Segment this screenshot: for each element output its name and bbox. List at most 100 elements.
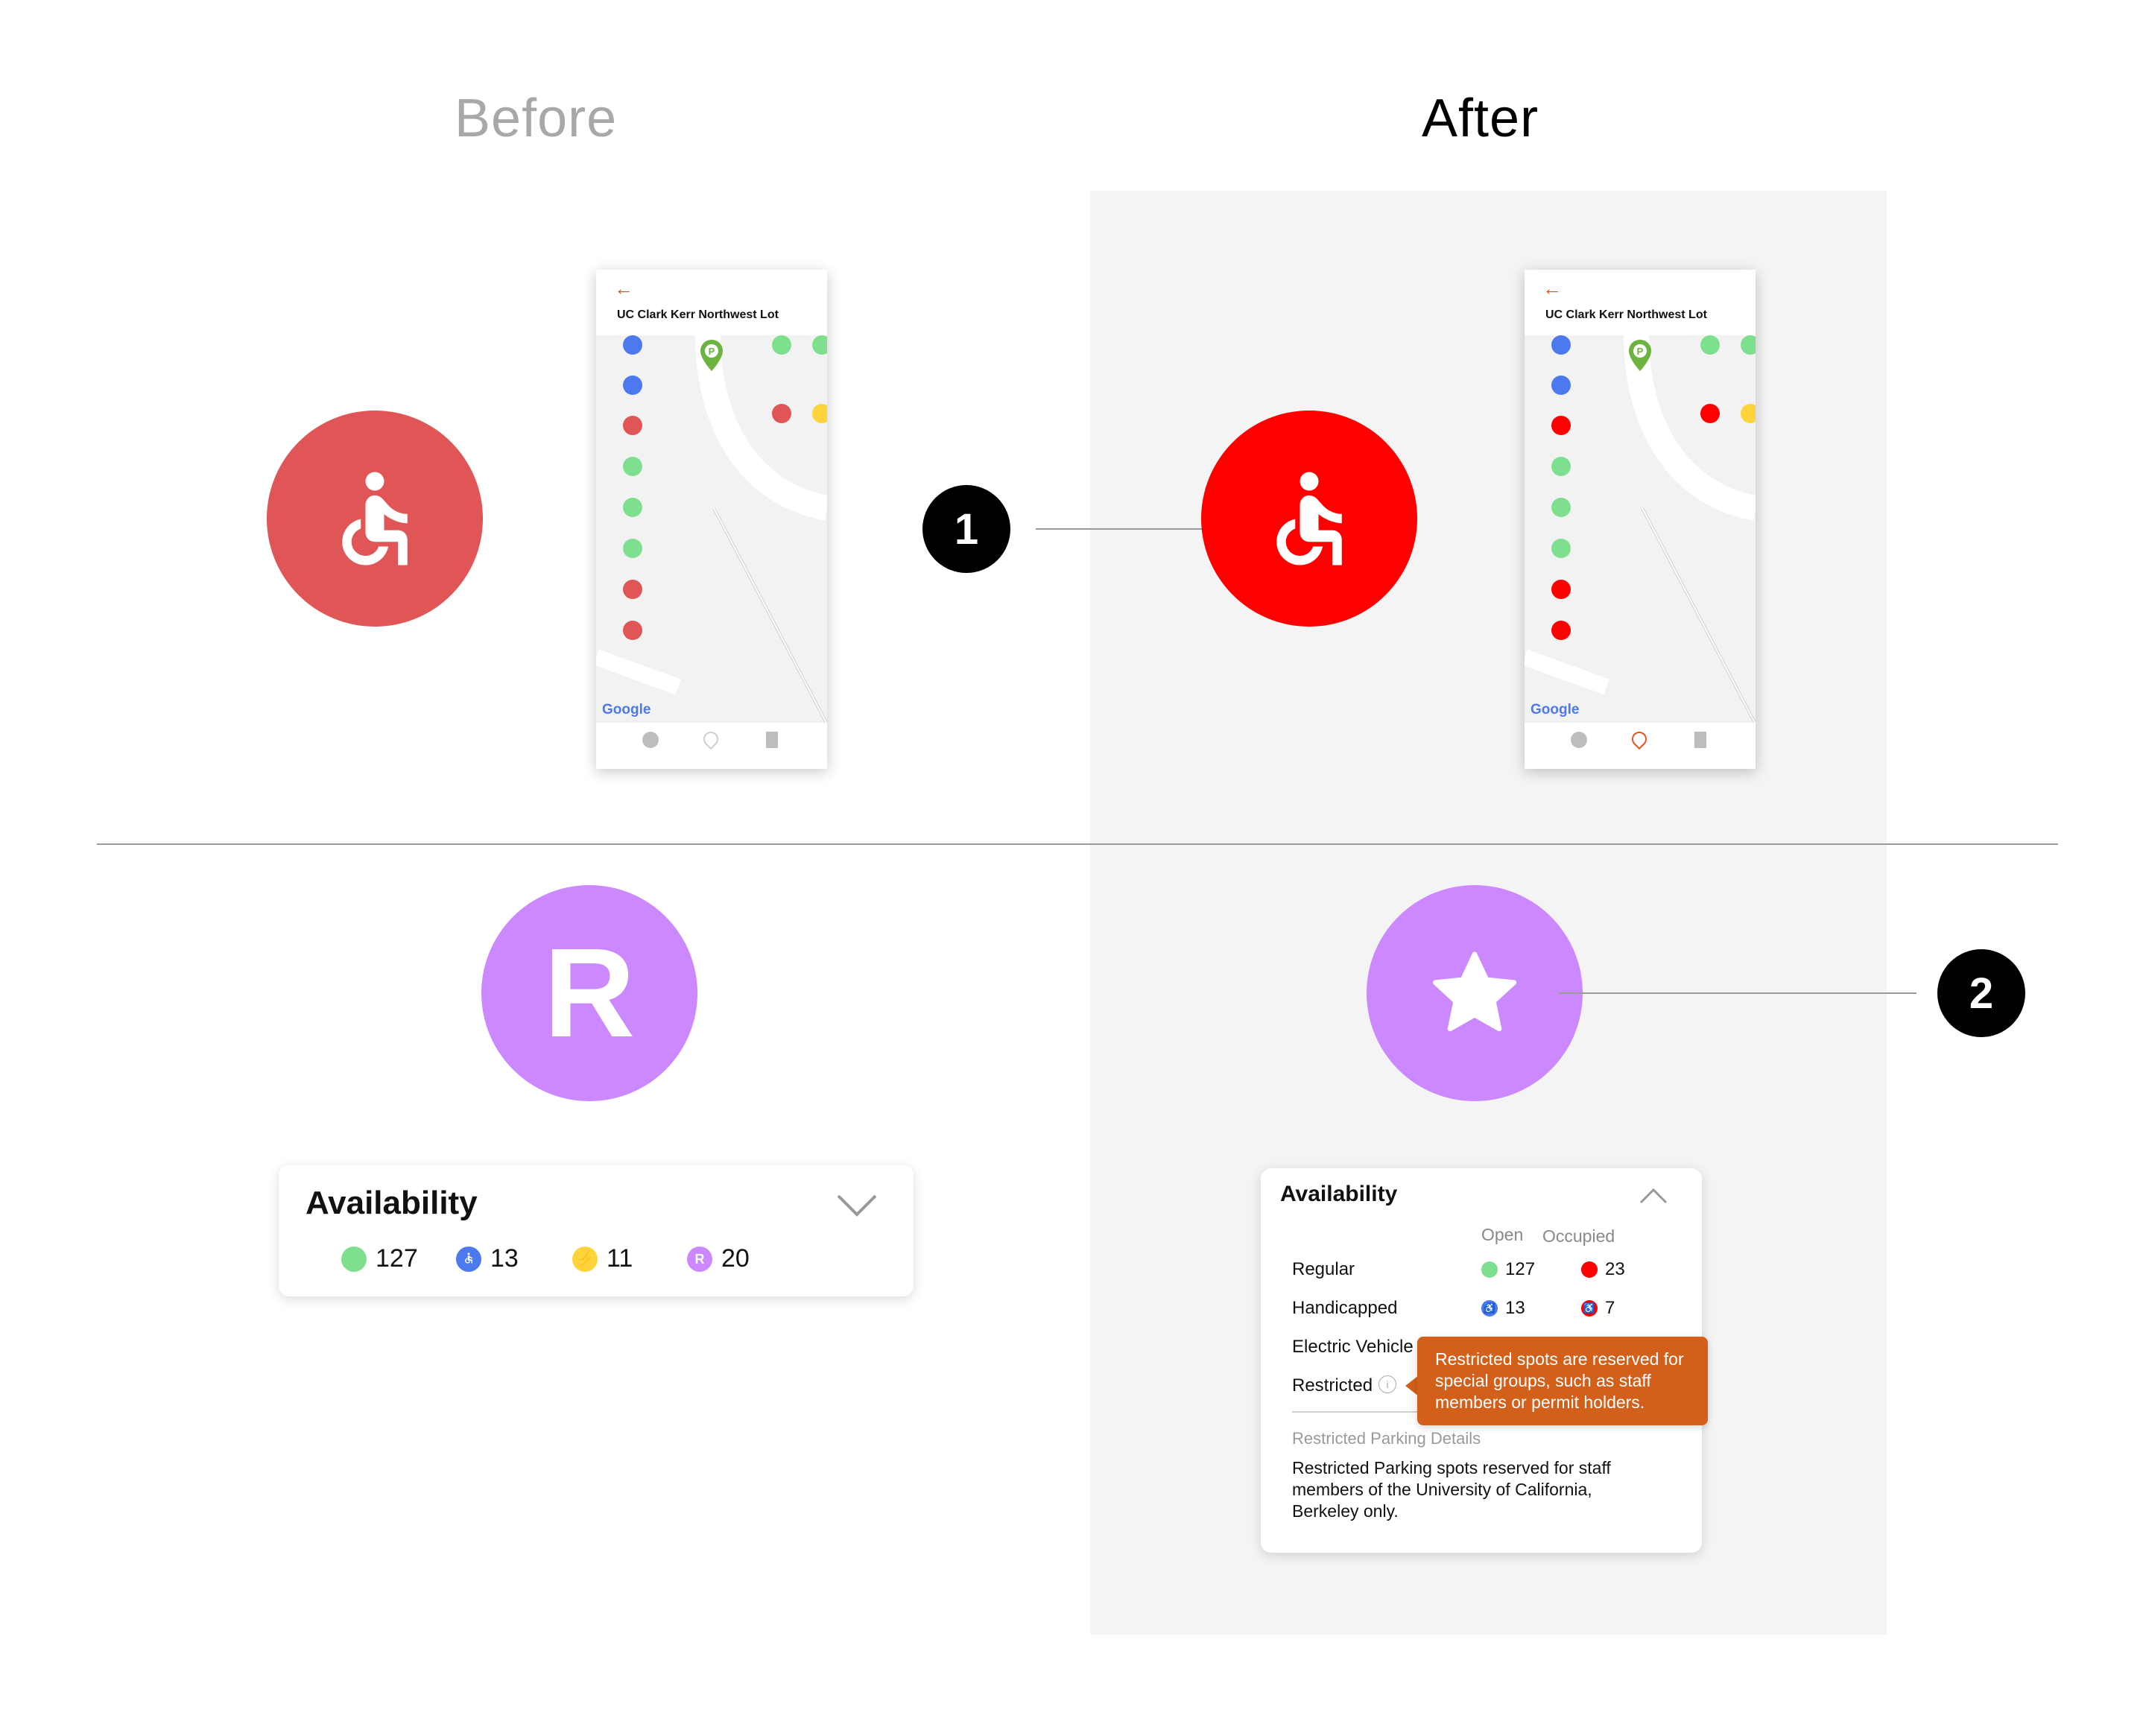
handicapped-spot-occupied[interactable]: [1551, 416, 1571, 435]
handicapped-dot-icon: [456, 1246, 481, 1272]
annotation-badge-2: 2: [1937, 949, 2025, 1037]
handicapped-occupied-dot-icon: ♿: [1581, 1300, 1598, 1317]
back-arrow-icon[interactable]: ←: [1542, 277, 1562, 300]
regular-spot[interactable]: [1551, 539, 1571, 558]
row-label-regular: Regular: [1292, 1259, 1355, 1279]
electric-count: ⚡ 11: [572, 1244, 633, 1273]
electric-count-value: 11: [607, 1244, 633, 1273]
before-availability-card: Availability 127 13 ⚡ 11 R 20: [279, 1165, 914, 1296]
regular-spot[interactable]: [1551, 457, 1571, 476]
map-pin-nav-icon[interactable]: [700, 728, 722, 750]
phone-header: ← UC Clark Kerr Northwest Lot: [596, 270, 827, 335]
ev-spot-occupied[interactable]: [1700, 404, 1720, 423]
details-label: Restricted Parking Details: [1292, 1429, 1481, 1448]
ev-spot-occupied[interactable]: [772, 404, 791, 423]
ev-spot[interactable]: [1741, 404, 1756, 423]
info-icon[interactable]: i: [1378, 1375, 1396, 1393]
handicapped-count-value: 13: [490, 1244, 519, 1273]
regular-spot[interactable]: [623, 457, 642, 476]
chevron-up-icon[interactable]: [1639, 1188, 1668, 1204]
electric-dot-icon: ⚡: [572, 1246, 598, 1272]
bookmark-icon[interactable]: [1694, 732, 1706, 748]
regular-occupied-value: 23: [1605, 1259, 1625, 1279]
profile-icon[interactable]: [642, 732, 659, 748]
regular-spot[interactable]: [812, 335, 827, 355]
star-icon: [1432, 951, 1517, 1032]
col-header-occupied: Occupied: [1542, 1226, 1615, 1246]
profile-icon[interactable]: [1571, 732, 1587, 748]
regular-occupied-dot-icon: [1581, 1261, 1598, 1278]
regular-open-dot-icon: [1481, 1261, 1498, 1278]
regular-spot[interactable]: [1700, 335, 1720, 355]
regular-spot[interactable]: [623, 498, 642, 517]
map-pin-nav-icon[interactable]: [1628, 728, 1650, 750]
restricted-dot-icon: R: [687, 1246, 712, 1272]
regular-spot-occupied[interactable]: [1551, 621, 1571, 640]
parking-pin-icon[interactable]: P: [1629, 340, 1651, 371]
phone-header: ← UC Clark Kerr Northwest Lot: [1525, 270, 1756, 335]
ev-spot[interactable]: [812, 404, 827, 423]
wheelchair-icon: [1276, 472, 1342, 566]
section-divider: [97, 843, 2058, 845]
after-phone-screenshot: ← UC Clark Kerr Northwest Lot P Google: [1525, 270, 1756, 769]
regular-spot[interactable]: [623, 539, 642, 558]
after-handicapped-marker: [1201, 411, 1417, 627]
r-letter-icon: R: [543, 922, 636, 1064]
bottom-nav: [596, 723, 827, 769]
handicapped-spot[interactable]: [1551, 335, 1571, 355]
after-heading: After: [1422, 89, 1539, 148]
details-text: Restricted Parking spots reserved for st…: [1292, 1458, 1611, 1521]
regular-spot-occupied[interactable]: [623, 580, 642, 599]
handicapped-open-value: 13: [1505, 1298, 1525, 1318]
regular-spot-occupied[interactable]: [1551, 580, 1571, 599]
row-label-restricted: Restricted: [1292, 1375, 1373, 1396]
annotation-leader-1: [1036, 528, 1215, 530]
wheelchair-icon: [342, 472, 408, 566]
regular-spot[interactable]: [1741, 335, 1756, 355]
regular-count-value: 127: [376, 1244, 418, 1273]
handicapped-spot[interactable]: [623, 335, 642, 355]
bottom-nav: [1525, 723, 1756, 769]
back-arrow-icon[interactable]: ←: [614, 277, 633, 300]
handicapped-count: 13: [456, 1244, 519, 1273]
before-heading: Before: [455, 89, 618, 148]
availability-title: Availability: [306, 1185, 478, 1221]
handicapped-spot-occupied[interactable]: [623, 416, 642, 435]
regular-spot[interactable]: [772, 335, 791, 355]
google-logo: Google: [1531, 702, 1580, 717]
row-label-electric: Electric Vehicle: [1292, 1337, 1414, 1357]
restricted-count-value: 20: [721, 1244, 750, 1273]
svg-text:P: P: [709, 346, 715, 357]
handicapped-spot[interactable]: [1551, 376, 1571, 395]
regular-spot-occupied[interactable]: [623, 621, 642, 640]
after-restricted-marker: [1367, 885, 1583, 1101]
annotation-badge-1: 1: [922, 485, 1010, 573]
availability-title: Availability: [1280, 1182, 1398, 1206]
handicapped-occupied: ♿ 7: [1581, 1298, 1615, 1319]
svg-text:P: P: [1637, 346, 1644, 357]
restricted-tooltip: Restricted spots are reserved for specia…: [1417, 1337, 1708, 1425]
regular-spot[interactable]: [1551, 498, 1571, 517]
lot-title: UC Clark Kerr Northwest Lot: [617, 308, 779, 321]
handicapped-spot[interactable]: [623, 376, 642, 395]
row-label-handicapped: Handicapped: [1292, 1298, 1398, 1318]
restricted-count: R 20: [687, 1244, 750, 1273]
bookmark-icon[interactable]: [766, 732, 778, 748]
col-header-open: Open: [1481, 1225, 1524, 1244]
handicapped-occupied-value: 7: [1605, 1298, 1615, 1318]
regular-count: 127: [341, 1244, 418, 1273]
regular-open-value: 127: [1505, 1259, 1536, 1279]
annotation-leader-2: [1559, 992, 1916, 994]
parking-pin-icon[interactable]: P: [700, 340, 723, 371]
chevron-down-icon[interactable]: [836, 1194, 878, 1217]
handicapped-open: ♿ 13: [1481, 1298, 1525, 1319]
regular-open: 127: [1481, 1259, 1535, 1280]
regular-occupied: 23: [1581, 1259, 1625, 1280]
before-phone-screenshot: ← UC Clark Kerr Northwest Lot P Google: [596, 270, 827, 769]
google-logo: Google: [602, 702, 651, 717]
lot-title: UC Clark Kerr Northwest Lot: [1545, 308, 1707, 321]
before-handicapped-marker: [267, 411, 483, 627]
handicapped-open-dot-icon: ♿: [1481, 1300, 1498, 1317]
regular-dot-icon: [341, 1246, 367, 1272]
before-restricted-marker: R: [481, 885, 697, 1101]
